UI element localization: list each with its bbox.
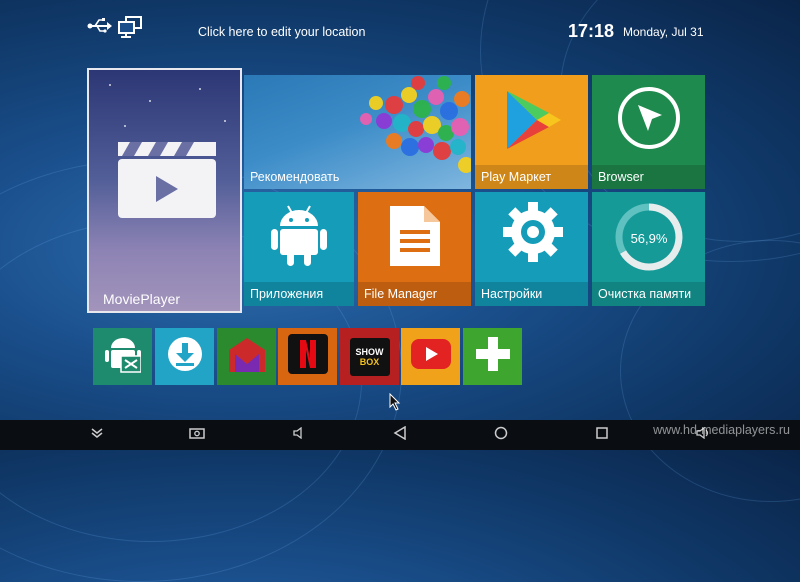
android-icon: [270, 202, 328, 273]
star-dot: [199, 88, 201, 90]
showbox-text: BOX: [359, 356, 380, 367]
youtube-icon: [410, 339, 451, 374]
status-bar: Click here to edit your location 17:18 M…: [0, 0, 800, 62]
showbox-icon: SHOW BOX: [349, 337, 390, 376]
tile-label: Очистка памяти: [598, 287, 692, 301]
star-dot: [124, 125, 126, 127]
gear-icon: [502, 201, 564, 268]
showbox-text: SHOW: [355, 346, 384, 357]
shortcut-android-tools[interactable]: [93, 328, 152, 385]
tile-label: Browser: [598, 170, 644, 184]
shortcut-netflix[interactable]: [278, 328, 337, 385]
star-dot: [149, 100, 151, 102]
tile-settings[interactable]: Настройки: [475, 192, 588, 306]
document-icon: [388, 204, 442, 273]
volume-down-icon: [293, 426, 305, 444]
mobdro-icon: [227, 334, 267, 379]
tile-label: Рекомендовать: [250, 170, 340, 184]
mouse-cursor-icon: [389, 392, 401, 416]
tile-browser[interactable]: Browser: [592, 75, 705, 189]
clock-time: 17:18: [568, 21, 615, 41]
screenshot-button[interactable]: [182, 420, 212, 450]
screenshot-icon: [189, 426, 205, 444]
recents-button[interactable]: [587, 420, 617, 450]
netflix-icon: [287, 334, 328, 379]
play-store-icon: [503, 89, 563, 156]
tile-memory-cleaner[interactable]: 56,9% Очистка памяти: [592, 192, 705, 306]
star-dot: [224, 120, 226, 122]
clapperboard-icon: [116, 142, 218, 225]
shortcut-downloader[interactable]: [155, 328, 214, 385]
hide-bar-button[interactable]: [82, 420, 112, 450]
shortcut-mobdro[interactable]: [217, 328, 276, 385]
home-icon: [494, 426, 508, 445]
home-button[interactable]: [486, 420, 516, 450]
android-tools-icon: [104, 334, 142, 379]
tile-label: File Manager: [364, 287, 437, 301]
add-icon: [475, 337, 510, 376]
watermark-text: www.hd-mediaplayers.ru: [653, 423, 790, 437]
tile-label: MoviePlayer: [103, 291, 181, 307]
tile-movieplayer[interactable]: MoviePlayer: [87, 68, 242, 313]
compass-icon: [616, 85, 682, 156]
clock-date: Monday, Jul 31: [623, 25, 704, 39]
shortcut-youtube[interactable]: [401, 328, 460, 385]
shortcut-add[interactable]: [463, 328, 522, 385]
hide-bar-icon: [90, 426, 104, 444]
downloader-icon: [167, 336, 203, 377]
tile-label: Приложения: [250, 287, 324, 301]
location-link[interactable]: Click here to edit your location: [198, 25, 365, 39]
tile-file-manager[interactable]: File Manager: [358, 192, 471, 306]
network-icon: [117, 16, 145, 43]
tile-recommend[interactable]: Рекомендовать: [244, 75, 471, 189]
usb-icon: [87, 16, 113, 41]
memory-percent: 56,9%: [630, 231, 668, 246]
tile-apps[interactable]: Приложения: [244, 192, 354, 306]
recents-icon: [596, 426, 608, 444]
tile-label: Настройки: [481, 287, 543, 301]
volume-down-button[interactable]: [284, 420, 314, 450]
back-icon: [393, 425, 407, 445]
back-button[interactable]: [385, 420, 415, 450]
tile-label: Play Маркет: [481, 170, 552, 184]
shortcut-showbox[interactable]: SHOW BOX: [340, 328, 399, 385]
star-dot: [109, 84, 111, 86]
tile-play-market[interactable]: Play Маркет: [475, 75, 588, 189]
